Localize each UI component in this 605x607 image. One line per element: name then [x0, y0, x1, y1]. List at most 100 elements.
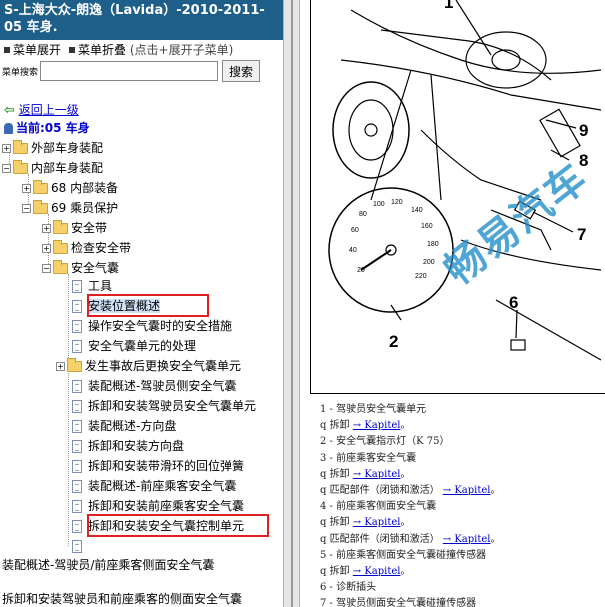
document-icon: [72, 380, 82, 393]
document-icon: [72, 320, 82, 333]
collapse-hint: (点击+展开子菜单): [129, 43, 234, 57]
tree-leaf[interactable]: 安全气囊单元的处理: [72, 336, 196, 356]
legend-text: 2 - 安全气囊指示灯（K 75）: [320, 436, 450, 448]
tree-leaf-label[interactable]: 拆卸和安装驾驶员和前座乘客的侧面安全气囊: [2, 592, 242, 606]
tree-item-overflow[interactable]: 拆卸和安装驾驶员和前座乘客的侧面安全气囊: [2, 589, 242, 607]
callout-6: 6: [509, 293, 518, 312]
tree-leaf[interactable]: 拆卸和安装驾驶员安全气囊单元: [72, 396, 256, 416]
legend-item: q 拆卸 → Kapitel。: [320, 467, 605, 483]
tree-node-group-69[interactable]: − 69 乘员保护: [22, 198, 118, 218]
speedo-tick-label: 40: [349, 247, 357, 254]
tree-node-group-68[interactable]: +68 内部装备: [22, 178, 118, 198]
tree-leaf-label[interactable]: 拆卸和安装驾驶员安全气囊单元: [88, 399, 256, 413]
kapitel-link[interactable]: → Kapitel: [443, 485, 491, 496]
tree-leaf[interactable]: 拆卸和安装方向盘: [72, 436, 184, 456]
speedo-tick-label: 60: [351, 227, 359, 234]
kapitel-link[interactable]: → Kapitel: [443, 534, 491, 545]
collapse-icon[interactable]: −: [42, 264, 51, 273]
document-icon: [72, 340, 82, 353]
tree-leaf[interactable]: 装配概述-驾驶员侧安全气囊: [72, 376, 236, 396]
tree-leaf-label[interactable]: 拆卸和安装前座乘客安全气囊: [88, 499, 244, 513]
legend-item: 5 - 前座乘客侧面安全气囊碰撞传感器: [320, 548, 605, 564]
tree-leaf-label[interactable]: 装配概述-驾驶员侧安全气囊: [88, 379, 236, 393]
legend-suffix: 。: [400, 565, 411, 577]
callout-8: 8: [579, 151, 588, 170]
tree-leaf[interactable]: 操作安全气囊时的安全措施: [72, 316, 232, 336]
tree-leaf-label[interactable]: 装配概述-前座乘客安全气囊: [88, 479, 236, 493]
tree-node-label[interactable]: 内部车身装配: [31, 161, 103, 175]
legend-text: q 拆卸: [320, 420, 350, 432]
kapitel-link[interactable]: → Kapitel: [353, 469, 401, 480]
tree-leaf[interactable]: 装配概述-前座乘客安全气囊: [72, 476, 236, 496]
tree-leaf-label[interactable]: 拆卸和安装方向盘: [88, 439, 184, 453]
current-location: 当前:05 车身: [4, 118, 90, 138]
tree-node-inner-body[interactable]: − 内部车身装配: [2, 158, 103, 178]
document-icon: [72, 460, 82, 473]
tree-leaf-label[interactable]: 拆卸和安装带滑环的回位弹簧: [88, 459, 244, 473]
folder-icon: [67, 358, 82, 372]
tree-leaf[interactable]: 工具: [72, 276, 112, 296]
tree-node-label[interactable]: 外部车身装配: [31, 141, 103, 155]
expand-icon[interactable]: +: [42, 244, 51, 253]
kapitel-link[interactable]: → Kapitel: [353, 566, 401, 577]
back-link-row[interactable]: ⇦ 返回上一级: [4, 100, 79, 120]
expand-icon[interactable]: +: [22, 184, 31, 193]
tree-leaf-label[interactable]: 安全气囊单元的处理: [88, 339, 196, 353]
folder-icon: [33, 180, 48, 194]
folder-icon: [13, 140, 28, 154]
folder-icon: [13, 160, 28, 174]
legend-suffix: 。: [400, 517, 411, 529]
expand-icon[interactable]: +: [2, 144, 11, 153]
menu-panel: S-上海大众-朗逸（Lavida）-2010-2011- 05 车身. 菜单展开…: [0, 0, 283, 607]
tree-leaf-label[interactable]: 装配概述-驾驶员/前座乘客侧面安全气囊: [2, 558, 214, 572]
collapse-icon[interactable]: −: [2, 164, 11, 173]
splitter-bar[interactable]: [291, 0, 293, 607]
tree-leaf-label[interactable]: 操作安全气囊时的安全措施: [88, 319, 232, 333]
tree-leaf[interactable]: 拆卸和安装带滑环的回位弹簧: [72, 456, 244, 476]
search-button[interactable]: 搜索: [222, 60, 261, 82]
tree-node-label[interactable]: 安全气囊: [71, 261, 119, 275]
tree-leaf-label[interactable]: 工具: [88, 279, 112, 293]
document-icon: [72, 420, 82, 433]
legend-suffix: 。: [400, 420, 411, 432]
legend-text: q 拆卸: [320, 565, 350, 577]
tree-item-overflow[interactable]: 装配概述-驾驶员/前座乘客侧面安全气囊: [2, 555, 214, 575]
speedo-tick-label: 160: [421, 223, 433, 230]
collapse-menu-button[interactable]: 菜单折叠: [78, 43, 126, 57]
expand-icon[interactable]: +: [56, 362, 65, 371]
folder-icon: [33, 200, 48, 214]
tree-node-label[interactable]: 安全带: [71, 221, 107, 235]
document-icon: [72, 440, 82, 453]
document-icon: [72, 300, 82, 313]
back-link[interactable]: 返回上一级: [19, 103, 79, 117]
tree-node-label[interactable]: 发生事故后更换安全气囊单元: [85, 359, 241, 373]
tree-node-check-safety[interactable]: + 检查安全带: [42, 238, 131, 258]
tree-node-label[interactable]: 69 乘员保护: [51, 201, 118, 215]
expand-icon[interactable]: +: [42, 224, 51, 233]
legend-item: q 拆卸 → Kapitel。: [320, 418, 605, 434]
search-row: 菜单搜索 搜索: [0, 60, 283, 82]
tree-node-seatbelt[interactable]: + 安全带: [42, 218, 107, 238]
document-icon: [72, 280, 82, 293]
pane-divider[interactable]: [283, 0, 300, 607]
tree-leaf[interactable]: 装配概述-方向盘: [72, 416, 176, 436]
callout-2: 2: [389, 332, 398, 351]
tree-node-airbag[interactable]: − 安全气囊: [42, 258, 119, 278]
tree-leaf[interactable]: [72, 536, 88, 556]
search-input[interactable]: [40, 61, 219, 81]
collapse-icon[interactable]: −: [22, 204, 31, 213]
legend-item: 6 - 诊断插头: [320, 580, 605, 596]
content-panel: 20 40 60 80 100 120 140 160 180 200 220 …: [300, 0, 605, 607]
kapitel-link[interactable]: → Kapitel: [353, 517, 401, 528]
tree-node-replace[interactable]: + 发生事故后更换安全气囊单元: [56, 356, 241, 376]
square-bullet-icon: [69, 47, 76, 53]
tree-leaf-label[interactable]: 装配概述-方向盘: [88, 419, 176, 433]
legend-suffix: 。: [490, 484, 501, 496]
kapitel-link[interactable]: → Kapitel: [353, 420, 401, 431]
tree-node-label[interactable]: 68 内部装备: [51, 181, 118, 195]
tree-node-label[interactable]: 检查安全带: [71, 241, 131, 255]
tree-leaf[interactable]: 拆卸和安装前座乘客安全气囊: [72, 496, 244, 516]
expand-menu-button[interactable]: 菜单展开: [13, 43, 61, 57]
tree-node-outer-body[interactable]: + 外部车身装配: [2, 138, 103, 158]
speedo-tick-label: 120: [391, 199, 403, 206]
